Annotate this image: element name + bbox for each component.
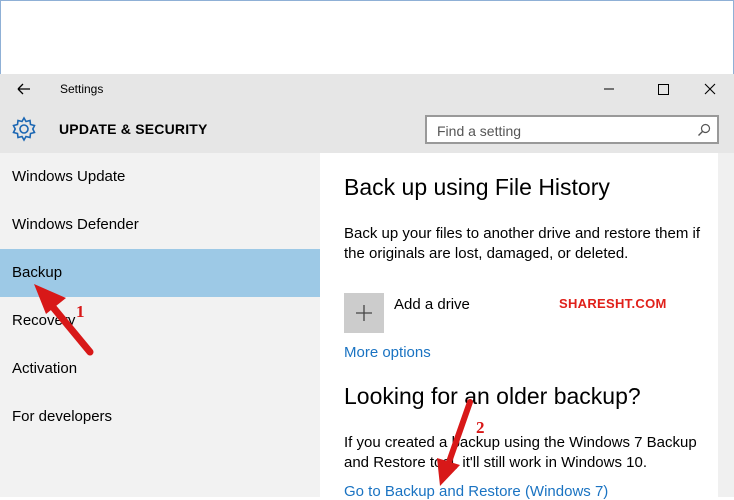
maximize-button[interactable] [650,78,676,100]
close-button[interactable] [697,78,723,100]
gear-icon [10,115,38,143]
desktop-background [0,0,734,75]
sidebar-item-label: For developers [12,408,113,425]
window-title: Settings [60,82,104,96]
annotation-step-1: 1 [76,302,85,321]
add-drive-label[interactable]: Add a drive [394,296,470,313]
sidebar-item-windows-update[interactable]: Windows Update [0,153,320,201]
minimize-button[interactable] [596,78,622,100]
more-options-link[interactable]: More options [344,344,431,361]
plus-icon [356,305,372,321]
add-drive-button[interactable] [344,293,384,333]
sidebar-item-recovery[interactable]: Recovery [0,297,320,345]
search-box[interactable] [425,115,719,144]
back-arrow-icon [17,83,30,95]
file-history-description: Back up your files to another drive and … [344,225,701,262]
sidebar: Windows Update Windows Defender Backup R… [0,153,320,497]
sidebar-item-for-developers[interactable]: For developers [0,393,320,441]
scrollbar[interactable] [718,153,734,497]
maximize-icon [658,84,669,95]
sidebar-item-label: Windows Update [12,168,126,185]
sidebar-item-label: Backup [12,264,63,281]
search-input[interactable] [435,121,689,141]
search-icon[interactable] [697,123,711,137]
backup-restore-link[interactable]: Go to Backup and Restore (Windows 7) [344,483,608,500]
page-header: UPDATE & SECURITY [0,104,734,153]
older-backup-heading: Looking for an older backup? [344,383,641,409]
sidebar-item-activation[interactable]: Activation [0,345,320,393]
back-button[interactable] [10,79,36,99]
title-bar: Settings [0,74,734,104]
page-title: UPDATE & SECURITY [59,121,208,137]
sidebar-item-backup[interactable]: Backup [0,249,320,297]
minimize-icon [604,88,614,90]
watermark-text: SHARESHT.COM [559,296,667,311]
older-backup-description: If you created a backup using the Window… [344,434,697,471]
close-icon [704,83,716,95]
settings-window: Settings UPDATE & SECURITY Find a settin… [0,74,734,500]
sidebar-item-label: Windows Defender [12,216,139,233]
main-content: Back up using File History Back up your … [320,153,718,500]
sidebar-item-label: Recovery [12,312,76,329]
annotation-step-2: 2 [476,418,485,437]
sidebar-item-label: Activation [12,360,78,377]
file-history-heading: Back up using File History [344,174,610,200]
sidebar-item-windows-defender[interactable]: Windows Defender [0,201,320,249]
